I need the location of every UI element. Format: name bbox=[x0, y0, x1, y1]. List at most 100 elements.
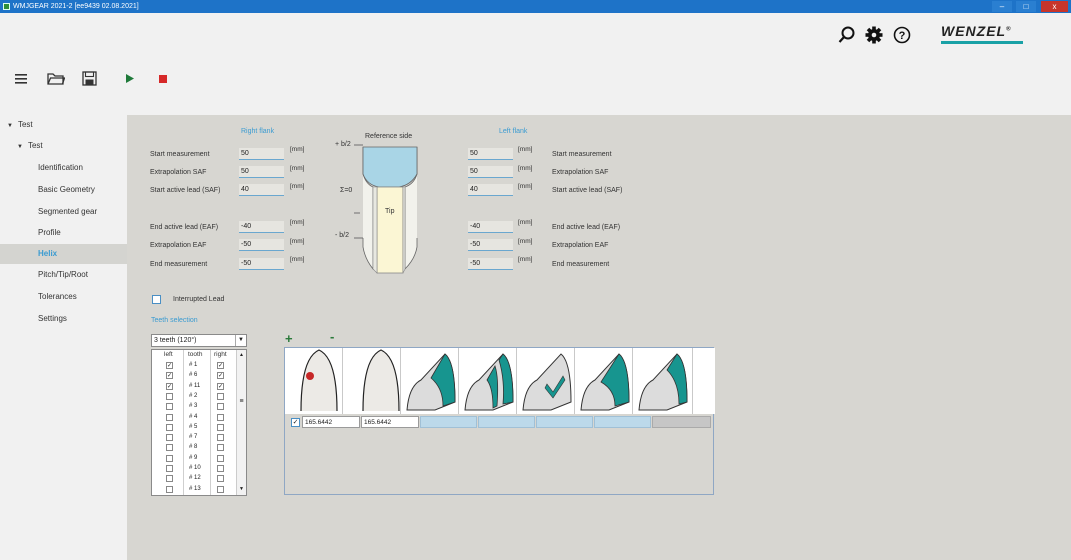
value-bar[interactable] bbox=[478, 416, 535, 428]
teeth-table-scrollbar[interactable]: ▲ ≡ ▼ bbox=[236, 350, 246, 495]
menu-icon[interactable] bbox=[15, 73, 29, 85]
table-row[interactable]: # 12 bbox=[152, 474, 236, 483]
scroll-down-icon[interactable]: ▼ bbox=[239, 486, 244, 492]
table-row[interactable]: # 13 bbox=[152, 485, 236, 494]
value-cell[interactable]: 165.6442 bbox=[361, 416, 419, 428]
right-extrapolation-eaf-input[interactable]: -50 bbox=[239, 239, 284, 251]
table-row[interactable]: ✓ # 1 ✓ bbox=[152, 361, 236, 370]
left-end-measurement-input[interactable]: -50 bbox=[468, 258, 513, 270]
scroll-up-icon[interactable]: ▲ bbox=[239, 352, 244, 358]
left-end-active-lead-input[interactable]: -40 bbox=[468, 221, 513, 233]
table-row[interactable]: # 3 bbox=[152, 402, 236, 411]
helix-cell-segmented[interactable] bbox=[459, 348, 517, 414]
gear-icon[interactable] bbox=[865, 26, 883, 44]
table-row[interactable]: # 9 bbox=[152, 454, 236, 463]
table-row[interactable]: # 2 bbox=[152, 392, 236, 401]
right-extrapolation-saf-input[interactable]: 50 bbox=[239, 166, 284, 178]
maximize-button[interactable]: □ bbox=[1016, 1, 1036, 12]
left-flank-checkbox[interactable]: ✓ bbox=[166, 382, 173, 390]
table-row[interactable]: # 8 bbox=[152, 443, 236, 452]
left-flank-checkbox[interactable] bbox=[166, 413, 173, 421]
brand-underline bbox=[941, 41, 1023, 44]
scroll-thumb[interactable]: ≡ bbox=[238, 398, 245, 410]
left-flank-checkbox[interactable] bbox=[166, 475, 173, 483]
sidebar-item-basic-geometry[interactable]: Basic Geometry bbox=[0, 180, 127, 200]
right-flank-checkbox[interactable]: ✓ bbox=[217, 362, 224, 369]
left-flank-checkbox[interactable]: ✓ bbox=[166, 362, 173, 369]
right-end-active-lead-input[interactable]: -40 bbox=[239, 221, 284, 233]
open-folder-icon[interactable] bbox=[47, 72, 65, 86]
sidebar-item-helix[interactable]: Helix bbox=[0, 244, 127, 264]
left-extrapolation-eaf-input[interactable]: -50 bbox=[468, 239, 513, 251]
right-flank-checkbox[interactable]: ✓ bbox=[217, 382, 224, 390]
table-row[interactable]: ✓ # 11 ✓ bbox=[152, 382, 236, 391]
sidebar-item-identification[interactable]: Identification bbox=[0, 158, 127, 178]
helix-cell-full-flank[interactable] bbox=[401, 348, 459, 414]
left-flank-checkbox[interactable] bbox=[166, 423, 173, 431]
right-flank-checkbox[interactable] bbox=[217, 465, 224, 472]
right-flank-checkbox[interactable] bbox=[217, 454, 224, 462]
sidebar-item-settings[interactable]: Settings bbox=[0, 309, 127, 329]
search-icon[interactable] bbox=[838, 26, 856, 44]
left-flank-checkbox[interactable] bbox=[166, 403, 173, 411]
left-flank-checkbox[interactable] bbox=[166, 392, 173, 400]
sidebar-item-tolerances[interactable]: Tolerances bbox=[0, 287, 127, 307]
left-flank-checkbox[interactable] bbox=[166, 485, 173, 493]
right-flank-checkbox[interactable] bbox=[217, 434, 224, 442]
right-flank-checkbox[interactable] bbox=[217, 423, 224, 431]
play-icon[interactable] bbox=[125, 73, 135, 84]
value-bar[interactable] bbox=[594, 416, 651, 428]
right-start-measurement-input[interactable]: 50 bbox=[239, 148, 284, 160]
tree-group-test[interactable]: ▼ Test bbox=[0, 136, 127, 156]
sidebar-item-segmented-gear[interactable]: Segmented gear bbox=[0, 202, 127, 222]
right-flank-checkbox[interactable] bbox=[217, 403, 224, 411]
collapse-caret-icon[interactable]: ▼ bbox=[7, 116, 13, 136]
interrupted-lead-checkbox[interactable] bbox=[152, 295, 161, 304]
right-end-measurement-input[interactable]: -50 bbox=[239, 258, 284, 270]
left-flank-checkbox[interactable] bbox=[166, 465, 173, 472]
right-flank-checkbox[interactable] bbox=[217, 475, 224, 483]
right-flank-checkbox[interactable] bbox=[217, 392, 224, 400]
remove-button[interactable]: - bbox=[330, 329, 334, 344]
minimize-button[interactable]: – bbox=[992, 1, 1012, 12]
tree-root-test[interactable]: ▼ Test bbox=[0, 115, 127, 135]
right-flank-checkbox[interactable] bbox=[217, 444, 224, 452]
helix-cell-partial[interactable] bbox=[575, 348, 633, 414]
table-row[interactable]: # 10 bbox=[152, 464, 236, 473]
value-bar[interactable] bbox=[420, 416, 477, 428]
teeth-select[interactable]: 3 teeth (120°) ▼ bbox=[151, 334, 247, 347]
add-button[interactable]: + bbox=[285, 331, 293, 346]
row-enable-checkbox[interactable]: ✓ bbox=[291, 418, 300, 427]
left-extrapolation-saf-input[interactable]: 50 bbox=[468, 166, 513, 178]
chevron-down-icon[interactable]: ▼ bbox=[235, 335, 246, 346]
left-end-measurement-label: End measurement bbox=[552, 261, 610, 268]
collapse-caret-icon[interactable]: ▼ bbox=[17, 137, 23, 157]
table-row[interactable]: # 5 bbox=[152, 423, 236, 432]
left-flank-checkbox[interactable] bbox=[166, 444, 173, 452]
help-icon[interactable]: ? bbox=[893, 26, 911, 44]
stop-icon[interactable] bbox=[158, 74, 168, 84]
save-icon[interactable] bbox=[82, 71, 97, 86]
close-button[interactable]: x bbox=[1041, 1, 1068, 12]
window-title: WMJGEAR 2021-2 [ee9439 02.08.2021] bbox=[13, 3, 139, 10]
right-flank-checkbox[interactable] bbox=[217, 413, 224, 421]
helix-cell-tip[interactable] bbox=[633, 348, 693, 414]
helix-cell-right-flank[interactable] bbox=[285, 348, 343, 414]
right-flank-checkbox[interactable] bbox=[217, 485, 224, 493]
table-row[interactable]: # 4 bbox=[152, 413, 236, 422]
left-flank-checkbox[interactable] bbox=[166, 454, 173, 462]
right-flank-checkbox[interactable]: ✓ bbox=[217, 372, 224, 380]
value-cell[interactable]: 165.6442 bbox=[302, 416, 360, 428]
helix-cell-check[interactable] bbox=[517, 348, 575, 414]
table-row[interactable]: ✓ # 6 ✓ bbox=[152, 371, 236, 380]
right-start-active-lead-input[interactable]: 40 bbox=[239, 184, 284, 196]
value-bar[interactable] bbox=[536, 416, 593, 428]
left-start-measurement-input[interactable]: 50 bbox=[468, 148, 513, 160]
left-flank-checkbox[interactable] bbox=[166, 434, 173, 442]
sidebar-item-profile[interactable]: Profile bbox=[0, 223, 127, 243]
table-row[interactable]: # 7 bbox=[152, 433, 236, 442]
helix-cell-left-flank[interactable] bbox=[343, 348, 414, 414]
left-start-active-lead-input[interactable]: 40 bbox=[468, 184, 513, 196]
sidebar-item-pitch-tip-root[interactable]: Pitch/Tip/Root bbox=[0, 265, 127, 285]
left-flank-checkbox[interactable]: ✓ bbox=[166, 372, 173, 380]
